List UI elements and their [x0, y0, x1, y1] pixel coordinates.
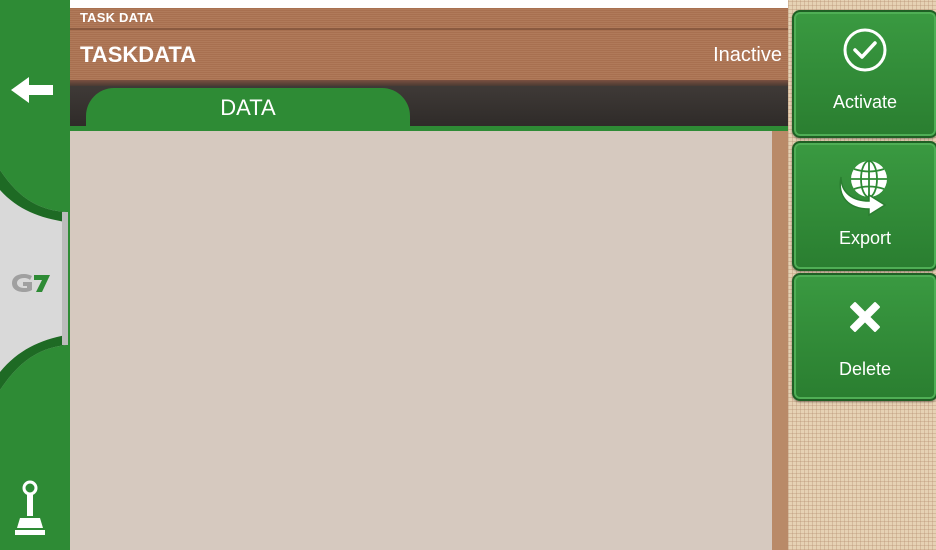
delete-button[interactable]: Delete [792, 273, 936, 401]
left-sidebar [0, 0, 70, 550]
joystick-icon[interactable] [14, 478, 46, 538]
g7-logo [8, 268, 52, 296]
back-button[interactable] [6, 60, 58, 120]
export-label: Export [838, 228, 892, 248]
delete-label: Delete [838, 359, 892, 379]
data-content-area [70, 131, 772, 550]
header-divider [70, 28, 788, 30]
activate-button[interactable]: Activate [792, 10, 936, 138]
tab-data[interactable]: DATA [86, 88, 410, 128]
scrollbar[interactable] [772, 131, 788, 550]
header: TASK DATA TASKDATA Inactive DATA [70, 0, 788, 131]
back-arrow-icon [11, 77, 53, 103]
check-circle-icon [843, 28, 887, 72]
page-subtitle: TASK DATA [80, 10, 155, 25]
close-x-icon [850, 302, 880, 332]
status-text: Inactive [713, 44, 782, 66]
globe-export-icon [839, 160, 887, 217]
export-button[interactable]: Export [792, 141, 936, 271]
page-title: TASKDATA [80, 42, 197, 67]
activate-label: Activate [832, 92, 898, 112]
